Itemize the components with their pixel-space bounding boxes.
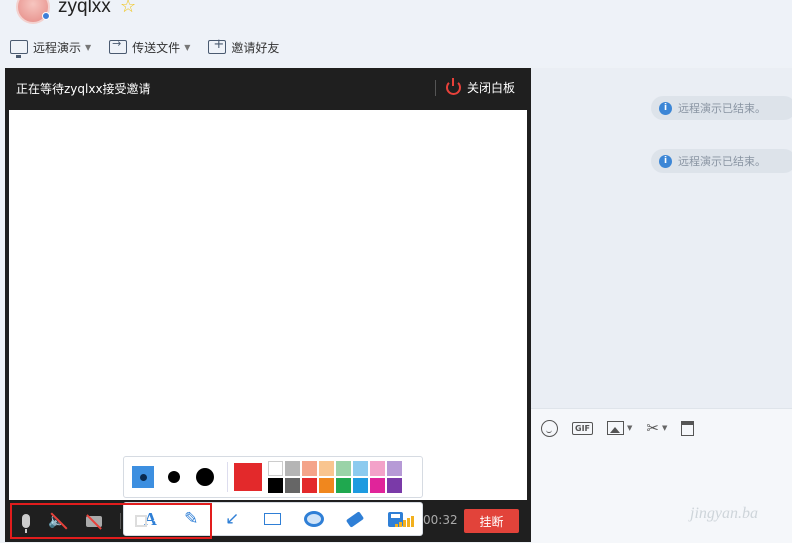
color-swatch[interactable]	[268, 461, 283, 476]
divider	[434, 79, 436, 96]
online-status-icon	[42, 12, 50, 20]
color-swatch[interactable]	[370, 478, 385, 493]
gif-icon: GIF	[572, 421, 594, 435]
system-message-text: 远程演示已结束。	[678, 102, 766, 115]
chat-header: zyqlxx ☆ 远程演示 ▼ 传送文件 ▼ 邀请好友	[0, 0, 792, 66]
chevron-down-icon: ▼	[184, 42, 191, 52]
brush-size-large-button[interactable]	[194, 466, 216, 488]
color-swatch[interactable]	[336, 478, 351, 493]
color-swatch[interactable]	[370, 461, 385, 476]
fullscreen-label: 全屏	[153, 514, 178, 529]
invite-status-text: 正在等待zyqlxx接受邀请	[16, 81, 151, 96]
divider	[227, 462, 228, 492]
microphone-icon	[22, 514, 30, 533]
screen-share-icon	[10, 40, 28, 58]
speaker-muted-icon: 🔈	[48, 512, 68, 530]
call-timer: 00:32	[423, 513, 458, 527]
invite-friend-label: 邀请好友	[231, 40, 280, 55]
call-controls-bar: 🔈 全屏 00:32 挂断	[5, 502, 531, 542]
clear-button[interactable]	[681, 420, 695, 436]
current-color-swatch	[234, 463, 262, 491]
system-message: i 远程演示已结束。	[651, 149, 792, 173]
fullscreen-button[interactable]: 全屏	[135, 513, 177, 530]
color-swatch[interactable]	[268, 478, 283, 493]
remote-demo-label: 远程演示	[33, 40, 82, 55]
screenshot-button[interactable]: ✂ ▼	[646, 419, 667, 437]
system-message-text: 远程演示已结束。	[678, 155, 766, 168]
gif-button[interactable]: GIF	[572, 421, 594, 435]
chat-messages: i 远程演示已结束。 i 远程演示已结束。	[531, 68, 792, 408]
scissors-icon: ✂	[646, 419, 659, 437]
file-transfer-icon	[109, 37, 128, 54]
image-button[interactable]: ▼	[607, 421, 632, 435]
color-swatch[interactable]	[387, 461, 402, 476]
whiteboard-panel: 正在等待zyqlxx接受邀请 关闭白板 A ✎ ↙ 全屏 00:32 挂断	[5, 68, 531, 542]
dot-icon	[139, 473, 147, 481]
contact-name[interactable]: zyqlxx	[58, 0, 111, 18]
input-toolbar: GIF ▼ ✂ ▼	[541, 419, 708, 437]
color-swatch[interactable]	[302, 461, 317, 476]
chevron-down-icon: ▼	[85, 42, 92, 52]
power-icon	[445, 78, 461, 95]
star-icon[interactable]: ☆	[120, 0, 136, 17]
color-swatch[interactable]	[336, 461, 351, 476]
invite-friend-icon	[208, 37, 227, 54]
remote-demo-button[interactable]: 远程演示 ▼	[10, 39, 92, 58]
watermark: jingyan.ba	[690, 505, 758, 522]
call-controls-group: 🔈 全屏	[10, 503, 212, 539]
image-icon	[607, 421, 625, 435]
file-transfer-label: 传送文件	[132, 40, 181, 55]
color-swatch[interactable]	[285, 478, 300, 493]
file-transfer-button[interactable]: 传送文件 ▼	[109, 37, 191, 56]
close-whiteboard-label: 关闭白板	[466, 81, 515, 95]
chevron-down-icon: ▼	[627, 424, 633, 432]
chevron-down-icon: ▼	[661, 424, 668, 432]
color-swatch[interactable]	[319, 478, 334, 493]
fullscreen-icon	[135, 515, 147, 527]
color-swatch[interactable]	[285, 461, 300, 476]
color-swatches	[268, 461, 402, 493]
info-icon: i	[659, 154, 672, 168]
dot-icon	[168, 471, 180, 483]
emoji-icon	[541, 419, 558, 437]
speaker-mute-button[interactable]: 🔈	[48, 512, 68, 530]
brush-size-medium-button[interactable]	[163, 466, 185, 488]
divider	[120, 513, 121, 529]
microphone-button[interactable]	[22, 514, 30, 533]
dot-icon	[196, 468, 214, 486]
color-swatch[interactable]	[387, 478, 402, 493]
color-palette	[123, 456, 423, 498]
hangup-button[interactable]: 挂断	[464, 509, 519, 533]
close-whiteboard-button[interactable]: 关闭白板	[434, 78, 515, 96]
color-swatch[interactable]	[319, 461, 334, 476]
camera-button[interactable]	[86, 513, 102, 530]
emoji-button[interactable]	[541, 419, 558, 437]
chat-toolbar: 远程演示 ▼ 传送文件 ▼ 邀请好友	[10, 36, 297, 58]
signal-strength-icon	[395, 516, 414, 527]
info-icon: i	[659, 101, 672, 115]
brush-size-small-button[interactable]	[132, 466, 154, 488]
system-message: i 远程演示已结束。	[651, 96, 792, 120]
invite-friend-button[interactable]: 邀请好友	[208, 37, 280, 56]
clear-icon	[681, 420, 695, 436]
color-swatch[interactable]	[353, 478, 368, 493]
whiteboard-canvas[interactable]: A ✎ ↙	[9, 110, 527, 536]
color-swatch[interactable]	[353, 461, 368, 476]
color-swatch[interactable]	[302, 478, 317, 493]
